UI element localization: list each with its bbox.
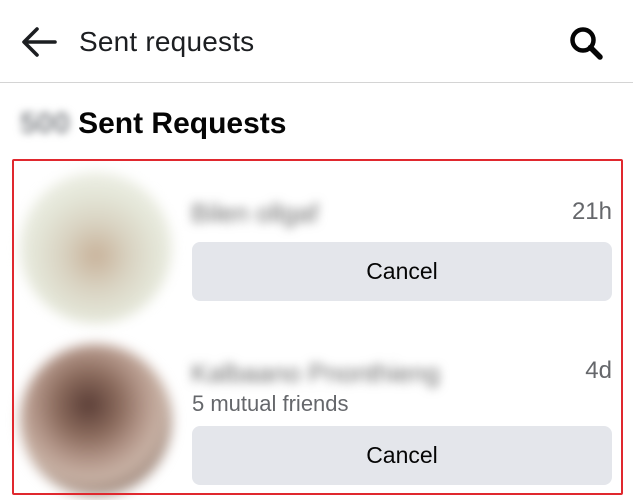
cancel-button[interactable]: Cancel [192, 426, 612, 485]
cancel-button[interactable]: Cancel [192, 242, 612, 301]
arrow-left-icon [22, 27, 57, 57]
back-button[interactable] [18, 22, 60, 62]
avatar[interactable] [20, 344, 172, 496]
section-header: 500 Sent Requests [20, 104, 286, 144]
requester-name[interactable]: Bilen ollgaf [191, 198, 318, 229]
avatar[interactable] [20, 172, 172, 324]
request-time: 21h [571, 198, 612, 225]
request-time: 4d [585, 357, 612, 384]
search-icon [570, 27, 603, 60]
search-button[interactable] [564, 21, 608, 65]
page-title: Sent requests [79, 26, 255, 57]
requester-name[interactable]: Kalbaano Pnonthieng [191, 358, 440, 389]
section-title: Sent Requests [78, 107, 287, 140]
request-count: 500 [20, 107, 71, 140]
top-app-bar: Sent requests [0, 0, 633, 83]
mutual-friends-count: 5 mutual friends [192, 391, 349, 416]
